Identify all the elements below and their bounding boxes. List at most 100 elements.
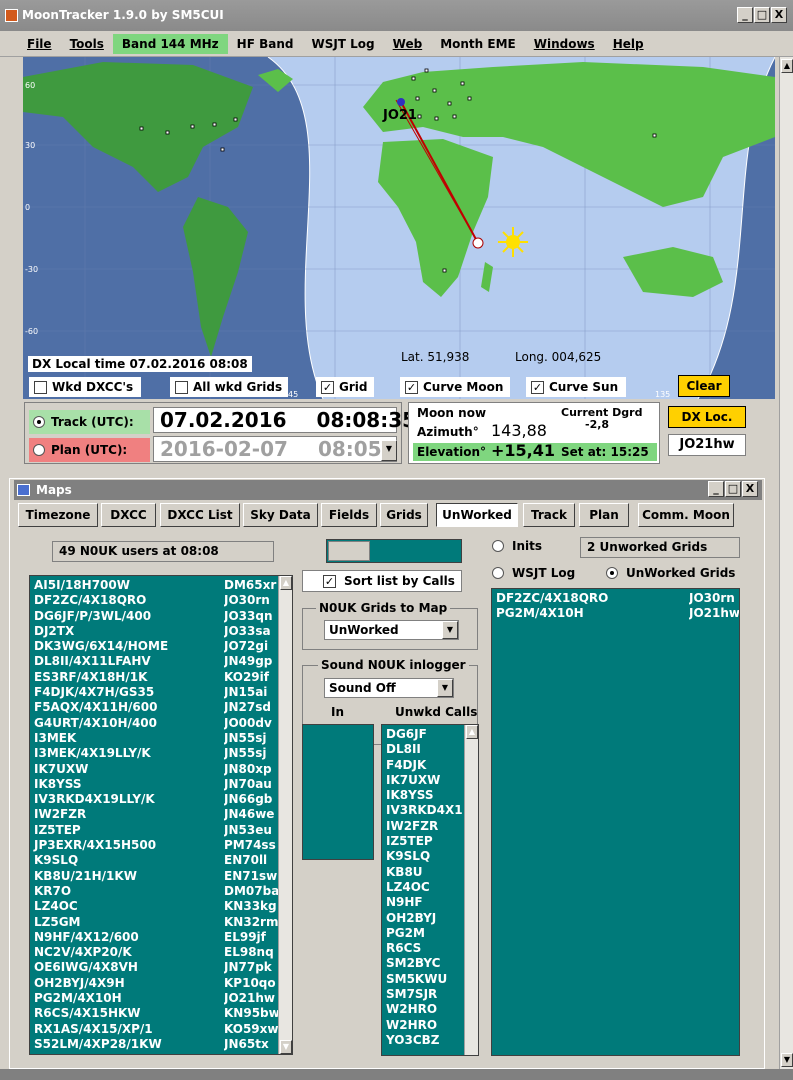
main-scroll-down[interactable]: ▼ (781, 1053, 793, 1067)
unwkd-call-row[interactable]: SM7SJR (382, 987, 464, 1002)
user-row[interactable]: NC2V/4XP20/K EL98nq (30, 945, 278, 960)
tab-fields[interactable]: Fields (321, 503, 377, 527)
all-wkd-grids-checkbox[interactable]: All wkd Grids (170, 377, 288, 397)
user-row[interactable]: IV3RKD4X19LLY/K JN66gb (30, 792, 278, 807)
user-row[interactable]: DJ2TX JO33sa (30, 624, 278, 639)
grids-to-map-dropdown[interactable]: ▼ (442, 621, 458, 639)
unwkd-call-row[interactable]: W2HRO (382, 1002, 464, 1017)
maps-close-button[interactable]: X (742, 481, 758, 497)
user-row[interactable]: G4URT/4X10H/400 JO00dv (30, 716, 278, 731)
world-map[interactable]: 60 30 0 -30 -60 45 15 20 135 JO21 DX Loc… (23, 57, 775, 399)
maximize-button[interactable]: □ (754, 7, 770, 23)
wkd-dxcc-box[interactable] (34, 380, 47, 394)
grid-box[interactable]: ✓ (321, 380, 334, 394)
unwkd-call-row[interactable]: W2HRO (382, 1018, 464, 1033)
tab-comm-moon[interactable]: Comm. Moon (638, 503, 734, 527)
menu-month-eme[interactable]: Month EME (431, 34, 525, 54)
unworked-grid-row[interactable]: PG2M/4X10H JO21hw (492, 606, 739, 621)
unwkd-call-row[interactable]: YO3CBZ (382, 1033, 464, 1048)
user-row[interactable]: OE6IWG/4X8VH JN77pk (30, 960, 278, 975)
all-wkd-grids-box[interactable] (175, 380, 188, 394)
user-row[interactable]: JP3EXR/4X15H500 PM74ss (30, 838, 278, 853)
sort-list-checkbox[interactable]: ✓ Sort list by Calls (302, 570, 462, 592)
menu-help[interactable]: Help (604, 34, 653, 54)
user-row[interactable]: IK8YSS JN70au (30, 777, 278, 792)
unwkd-call-row[interactable]: SM5KWU (382, 972, 464, 987)
user-row[interactable]: DG6JF/P/3WL/400 JO33qn (30, 609, 278, 624)
unworked-grids-option[interactable]: UnWorked Grids (606, 566, 735, 580)
unwkd-call-row[interactable]: IK7UXW (382, 773, 464, 788)
user-row[interactable]: IZ5TEP JN53eu (30, 823, 278, 838)
user-row[interactable]: K9SLQ EN70ll (30, 853, 278, 868)
unwkd-call-row[interactable]: K9SLQ (382, 849, 464, 864)
unwkd-call-row[interactable]: IK8YSS (382, 788, 464, 803)
tab-dxcc[interactable]: DXCC (101, 503, 156, 527)
menu-web[interactable]: Web (384, 34, 432, 54)
users-scroll-down[interactable]: ▼ (280, 1040, 292, 1054)
user-row[interactable]: F4DJK/4X7H/GS35 JN15ai (30, 685, 278, 700)
wsjt-log-option[interactable]: WSJT Log (492, 566, 575, 580)
user-row[interactable]: DF2ZC/4X18QRO JO30rn (30, 593, 278, 608)
user-row[interactable]: N9HF/4X12/600 EL99jf (30, 930, 278, 945)
grids-to-map-select[interactable]: UnWorked ▼ (324, 620, 459, 640)
unwkd-call-row[interactable]: IZ5TEP (382, 834, 464, 849)
menu-windows[interactable]: Windows (525, 34, 604, 54)
maps-maximize-button[interactable]: □ (725, 481, 741, 497)
tab-unworked[interactable]: UnWorked (436, 503, 518, 527)
unworked-grid-row[interactable]: DF2ZC/4X18QRO JO30rn (492, 591, 739, 606)
user-row[interactable]: S52LM/4XP28/1KW JN65tx (30, 1037, 278, 1052)
inits-radio[interactable] (492, 540, 504, 552)
tab-timezone[interactable]: Timezone (18, 503, 98, 527)
minimize-button[interactable]: _ (737, 7, 753, 23)
wkd-dxcc-checkbox[interactable]: Wkd DXCC's (29, 377, 141, 397)
in-list[interactable] (302, 724, 374, 860)
menu-wsjt-log[interactable]: WSJT Log (302, 34, 383, 54)
tab-track[interactable]: Track (523, 503, 575, 527)
unworked-grids-list[interactable]: DF2ZC/4X18QRO JO30rn PG2M/4X10H JO21hw (491, 588, 740, 1056)
menu-tools[interactable]: Tools (61, 34, 113, 54)
unwkd-call-row[interactable]: PG2M (382, 926, 464, 941)
user-row[interactable]: IW2FZR JN46we (30, 807, 278, 822)
users-list-scrollbar[interactable]: ▲ ▼ (278, 576, 292, 1054)
unwkd-call-row[interactable]: IV3RKD4X1 (382, 803, 464, 818)
tab-grids[interactable]: Grids (380, 503, 428, 527)
unwkd-call-row[interactable]: SM2BYC (382, 956, 464, 971)
user-row[interactable]: IK7UXW JN80xp (30, 762, 278, 777)
user-row[interactable]: R6CS/4X15HKW KN95bw (30, 1006, 278, 1021)
curve-sun-checkbox[interactable]: ✓ Curve Sun (526, 377, 626, 397)
maps-minimize-button[interactable]: _ (708, 481, 724, 497)
tab-dxcc-list[interactable]: DXCC List (160, 503, 240, 527)
clear-button[interactable]: Clear (678, 375, 730, 397)
close-button[interactable]: X (771, 7, 787, 23)
sound-select[interactable]: Sound Off ▼ (324, 678, 454, 698)
unwkd-call-row[interactable]: KB8U (382, 865, 464, 880)
user-row[interactable]: I3MEK JN55sj (30, 731, 278, 746)
unwkd-call-row[interactable]: DG6JF (382, 727, 464, 742)
user-row[interactable]: KR7O DM07ba (30, 884, 278, 899)
unwkd-list-scrollbar[interactable]: ▲ (464, 725, 478, 1055)
tab-sky-data[interactable]: Sky Data (243, 503, 318, 527)
user-row[interactable]: I3MEK/4X19LLY/K JN55sj (30, 746, 278, 761)
users-list[interactable]: AI5I/18H700W DM65xr DF2ZC/4X18QRO JO30rn DG6… (29, 575, 293, 1055)
unworked-grids-radio[interactable] (606, 567, 618, 579)
user-row[interactable]: OH2BYJ/4X9H KP10qo (30, 976, 278, 991)
menu-file[interactable]: File (18, 34, 61, 54)
grid-checkbox[interactable]: ✓ Grid (316, 377, 374, 397)
plan-dropdown-arrow[interactable]: ▼ (381, 440, 397, 461)
menu-band-144[interactable]: Band 144 MHz (112, 33, 228, 54)
user-row[interactable]: KB8U/21H/1KW EN71sw (30, 869, 278, 884)
unwkd-call-row[interactable]: N9HF (382, 895, 464, 910)
inits-option[interactable]: Inits (492, 539, 542, 553)
user-row[interactable]: ES3RF/4X18H/1K KO29if (30, 670, 278, 685)
users-scroll-up[interactable]: ▲ (280, 576, 292, 590)
user-row[interactable]: DK3WG/6X14/HOME JO72gi (30, 639, 278, 654)
wsjt-log-radio[interactable] (492, 567, 504, 579)
user-row[interactable]: PG2M/4X10H JO21hw (30, 991, 278, 1006)
sort-list-box[interactable]: ✓ (323, 574, 336, 588)
tab-plan[interactable]: Plan (579, 503, 629, 527)
dx-loc-button[interactable]: DX Loc. (668, 406, 746, 428)
track-radio[interactable] (33, 416, 45, 428)
track-utc-option[interactable]: Track (UTC): (29, 410, 150, 434)
user-row[interactable]: RX1AS/4X15/XP/1 KO59xw (30, 1022, 278, 1037)
menu-hf-band[interactable]: HF Band (228, 34, 303, 54)
